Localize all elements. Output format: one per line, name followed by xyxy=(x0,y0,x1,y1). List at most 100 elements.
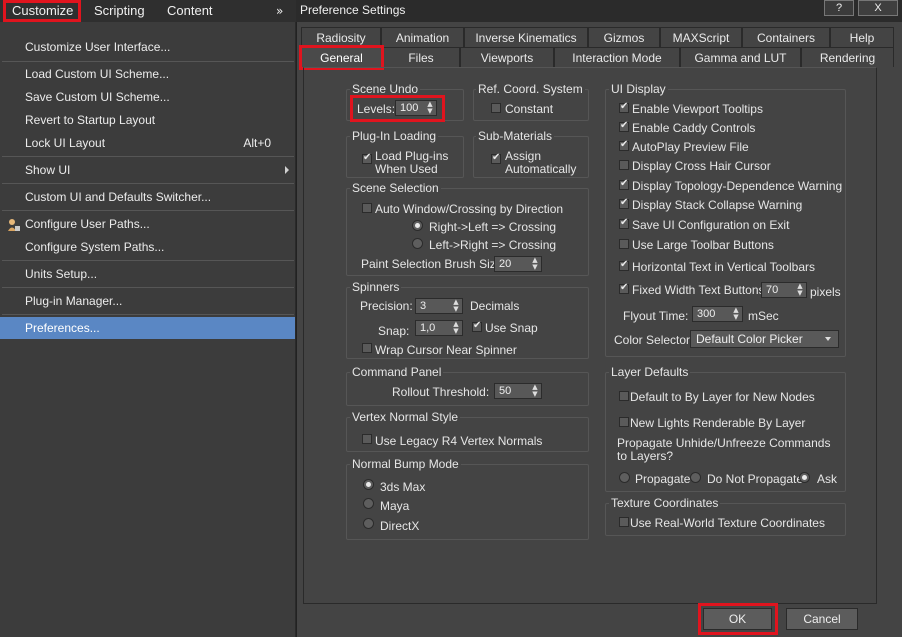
snap-spinner[interactable]: 1,0 ▲ ▼ xyxy=(415,320,463,336)
real-world-coords-checkbox[interactable] xyxy=(619,517,629,527)
spinner-arrows-icon[interactable]: ▲ ▼ xyxy=(531,384,539,398)
spinner-arrows-icon[interactable]: ▲ ▼ xyxy=(732,307,740,321)
assign-automatically-checkbox[interactable] xyxy=(491,152,501,164)
tab-inverse-kinematics[interactable]: Inverse Kinematics xyxy=(464,27,588,47)
menu-scripting[interactable]: Scripting xyxy=(94,0,145,22)
menubar-overflow-button[interactable]: » xyxy=(276,0,283,22)
levels-spinner[interactable]: 100 ▲ ▼ xyxy=(395,100,437,116)
menu-item-label: Configure User Paths... xyxy=(25,217,150,231)
tab-radiosity[interactable]: Radiosity xyxy=(301,27,381,47)
menu-item-configure-user-paths[interactable]: Configure User Paths... xyxy=(0,213,295,235)
tab-interaction-mode[interactable]: Interaction Mode xyxy=(554,47,680,67)
tab-maxscript[interactable]: MAXScript xyxy=(660,27,742,47)
spinner-arrows-icon[interactable]: ▲ ▼ xyxy=(531,257,539,271)
bump-directx-radio[interactable] xyxy=(363,518,374,529)
default-bylayer-checkbox[interactable] xyxy=(619,391,629,401)
tab-gizmos[interactable]: Gizmos xyxy=(588,27,660,47)
user-paths-icon xyxy=(7,217,21,231)
left-right-radio[interactable] xyxy=(412,238,423,249)
ask-radio[interactable] xyxy=(799,472,810,483)
fixed-width-checkbox[interactable] xyxy=(619,282,629,294)
spinner-arrows-icon[interactable]: ▲ ▼ xyxy=(426,101,434,115)
pixels-label: pixels xyxy=(810,285,841,299)
wrap-cursor-checkbox[interactable] xyxy=(362,343,372,353)
color-selector-value: Default Color Picker xyxy=(696,332,803,346)
normal-bump-title: Normal Bump Mode xyxy=(350,457,461,471)
spinner-arrows-icon[interactable]: ▲ ▼ xyxy=(796,283,804,297)
tab-help[interactable]: Help xyxy=(830,27,894,47)
flyout-time-spinner[interactable]: 300 ▲ ▼ xyxy=(692,306,743,322)
ui-display-checkbox-label: Enable Viewport Tooltips xyxy=(632,102,763,116)
ok-button[interactable]: OK xyxy=(703,608,772,630)
menu-customize[interactable]: Customize xyxy=(12,0,73,22)
right-left-radio[interactable] xyxy=(412,220,423,231)
legacy-normals-checkbox[interactable] xyxy=(362,434,372,444)
ui-display-checkbox[interactable] xyxy=(619,239,629,249)
fixed-width-spinner[interactable]: 70 ▲ ▼ xyxy=(761,282,807,298)
constant-checkbox[interactable] xyxy=(491,103,501,113)
bump-maya-radio[interactable] xyxy=(363,498,374,509)
spinner-arrows-icon[interactable]: ▲ ▼ xyxy=(452,299,460,313)
ui-display-checkbox[interactable] xyxy=(619,120,629,132)
menu-item-save-ui-scheme[interactable]: Save Custom UI Scheme... xyxy=(0,86,295,108)
do-not-propagate-radio[interactable] xyxy=(690,472,701,483)
ui-display-checkbox[interactable] xyxy=(619,139,629,151)
menu-item-units-setup[interactable]: Units Setup... xyxy=(0,263,295,285)
cancel-button[interactable]: Cancel xyxy=(786,608,858,630)
menu-item-lock-ui-layout[interactable]: Lock UI Layout Alt+0 xyxy=(0,132,295,154)
tab-rendering[interactable]: Rendering xyxy=(801,47,894,67)
brush-size-label: Paint Selection Brush Size xyxy=(361,257,503,271)
tab-viewports[interactable]: Viewports xyxy=(460,47,554,67)
menu-item-show-ui[interactable]: Show UI xyxy=(0,159,295,181)
bump-3dsmax-radio[interactable] xyxy=(363,479,374,490)
menu-item-revert-layout[interactable]: Revert to Startup Layout xyxy=(0,109,295,131)
precision-value: 3 xyxy=(420,300,427,312)
precision-spinner[interactable]: 3 ▲ ▼ xyxy=(415,298,463,314)
ui-display-checkbox[interactable] xyxy=(619,197,629,209)
tab-containers[interactable]: Containers xyxy=(742,27,830,47)
load-plugins-checkbox[interactable] xyxy=(362,152,372,164)
rollout-threshold-spinner[interactable]: 50 ▲ ▼ xyxy=(494,383,542,399)
new-lights-label: New Lights Renderable By Layer xyxy=(630,416,806,430)
menu-item-preferences[interactable]: Preferences... xyxy=(0,317,295,339)
sub-materials-title: Sub-Materials xyxy=(476,129,555,143)
vertex-normal-title: Vertex Normal Style xyxy=(350,410,461,424)
ui-display-checkbox[interactable] xyxy=(619,259,629,271)
ui-display-checkbox[interactable] xyxy=(619,101,629,113)
spinner-arrows-icon[interactable]: ▲ ▼ xyxy=(452,321,460,335)
tab-general[interactable]: General xyxy=(301,47,382,67)
ui-display-checkbox-label: Enable Caddy Controls xyxy=(632,121,756,135)
menu-item-plugin-manager[interactable]: Plug-in Manager... xyxy=(0,290,295,312)
ui-display-checkbox[interactable] xyxy=(619,178,629,190)
ui-display-checkbox-label: Display Stack Collapse Warning xyxy=(632,198,803,212)
menu-item-ui-switcher[interactable]: Custom UI and Defaults Switcher... xyxy=(0,186,295,208)
color-selector-label: Color Selector: xyxy=(614,333,694,347)
menu-item-configure-system-paths[interactable]: Configure System Paths... xyxy=(0,236,295,258)
menu-separator xyxy=(2,314,294,315)
menu-item-load-ui-scheme[interactable]: Load Custom UI Scheme... xyxy=(0,63,295,85)
menu-item-label: Configure System Paths... xyxy=(25,240,165,254)
left-right-label: Left->Right => Crossing xyxy=(429,238,557,252)
texture-coords-title: Texture Coordinates xyxy=(609,496,721,510)
close-button[interactable]: X xyxy=(858,0,898,16)
tab-animation[interactable]: Animation xyxy=(381,27,464,47)
msec-label: mSec xyxy=(748,309,779,323)
right-left-label: Right->Left => Crossing xyxy=(429,220,557,234)
bump-maya-label: Maya xyxy=(380,499,410,513)
help-button[interactable]: ? xyxy=(824,0,854,16)
menu-content[interactable]: Content xyxy=(167,0,213,22)
menu-item-label: Custom UI and Defaults Switcher... xyxy=(25,190,212,204)
brush-size-spinner[interactable]: 20 ▲ ▼ xyxy=(494,256,542,272)
real-world-coords-label: Use Real-World Texture Coordinates xyxy=(630,516,825,530)
propagate-radio[interactable] xyxy=(619,472,630,483)
auto-window-checkbox[interactable] xyxy=(362,203,372,213)
ui-display-checkbox[interactable] xyxy=(619,217,629,229)
menu-item-label: Lock UI Layout xyxy=(25,136,106,150)
new-lights-checkbox[interactable] xyxy=(619,417,629,427)
tab-gamma-lut[interactable]: Gamma and LUT xyxy=(680,47,801,67)
ui-display-checkbox[interactable] xyxy=(619,160,629,170)
color-selector-dropdown[interactable]: Default Color Picker xyxy=(690,330,839,348)
use-snap-checkbox[interactable] xyxy=(472,320,482,332)
tab-files[interactable]: Files xyxy=(382,47,460,67)
menu-item-customize-ui[interactable]: Customize User Interface... xyxy=(0,36,295,58)
